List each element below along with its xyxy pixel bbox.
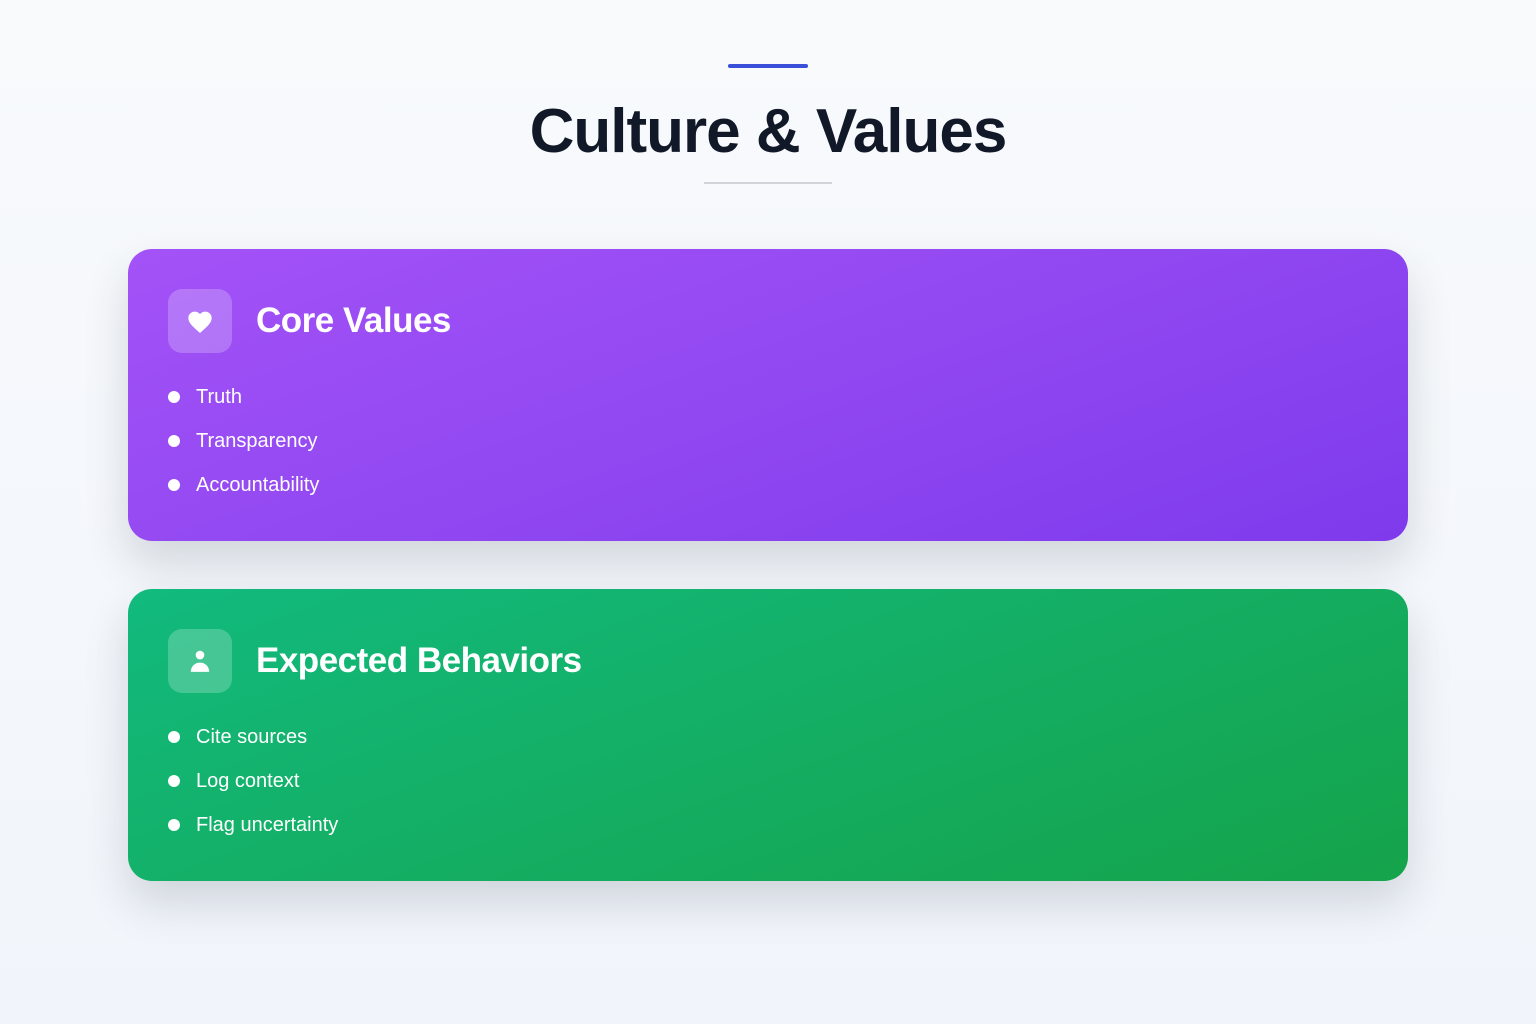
list-item: Truth <box>168 375 1368 419</box>
expected-behaviors-card: Expected Behaviors Cite sources Log cont… <box>128 589 1408 881</box>
core-values-card: Core Values Truth Transparency Accountab… <box>128 249 1408 541</box>
core-values-header: Core Values <box>168 289 1368 353</box>
list-item-label: Transparency <box>196 429 318 452</box>
list-item: Accountability <box>168 463 1368 507</box>
bullet-dot <box>168 435 180 447</box>
list-item: Log context <box>168 759 1368 803</box>
core-values-title: Core Values <box>256 301 451 340</box>
bullet-dot <box>168 775 180 787</box>
bullet-dot <box>168 391 180 403</box>
expected-behaviors-title: Expected Behaviors <box>256 641 582 680</box>
title-accent-bar <box>728 64 808 68</box>
core-values-list: Truth Transparency Accountability <box>168 375 1368 507</box>
expected-behaviors-list: Cite sources Log context Flag uncertaint… <box>168 715 1368 847</box>
bullet-dot <box>168 731 180 743</box>
page-title: Culture & Values <box>529 97 1008 166</box>
list-item: Flag uncertainty <box>168 803 1368 847</box>
list-item-label: Truth <box>196 385 242 408</box>
list-item-label: Accountability <box>196 473 320 496</box>
list-item: Cite sources <box>168 715 1368 759</box>
expected-behaviors-header: Expected Behaviors <box>168 629 1368 693</box>
bullet-dot <box>168 819 180 831</box>
list-item-label: Cite sources <box>196 725 308 748</box>
user-icon <box>168 629 232 693</box>
list-item-label: Flag uncertainty <box>196 813 339 836</box>
bullet-dot <box>168 479 180 491</box>
list-item-label: Log context <box>196 769 300 792</box>
list-item: Transparency <box>168 419 1368 463</box>
title-divider <box>704 182 832 184</box>
heart-icon <box>168 289 232 353</box>
